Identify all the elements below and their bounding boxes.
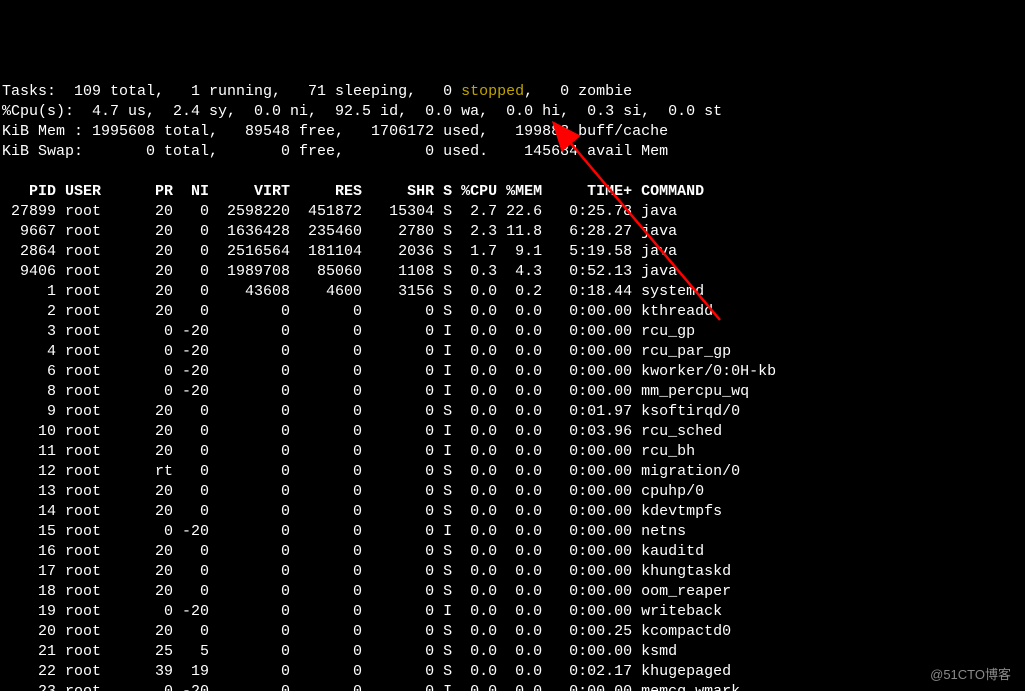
process-row[interactable]: 23 root 0 -20 0 0 0 I 0.0 0.0 0:00.00 me…	[2, 682, 1025, 691]
process-row[interactable]: 15 root 0 -20 0 0 0 I 0.0 0.0 0:00.00 ne…	[2, 522, 1025, 542]
process-row[interactable]: 27899 root 20 0 2598220 451872 15304 S 2…	[2, 202, 1025, 222]
process-row[interactable]: 3 root 0 -20 0 0 0 I 0.0 0.0 0:00.00 rcu…	[2, 322, 1025, 342]
watermark-label: @51CTO博客	[930, 665, 1011, 685]
process-row[interactable]: 2 root 20 0 0 0 0 S 0.0 0.0 0:00.00 kthr…	[2, 302, 1025, 322]
process-row[interactable]: 20 root 20 0 0 0 0 S 0.0 0.0 0:00.25 kco…	[2, 622, 1025, 642]
process-row[interactable]: 10 root 20 0 0 0 0 I 0.0 0.0 0:03.96 rcu…	[2, 422, 1025, 442]
top-terminal[interactable]: Tasks: 109 total, 1 running, 71 sleeping…	[0, 80, 1025, 691]
process-row[interactable]: 22 root 39 19 0 0 0 S 0.0 0.0 0:02.17 kh…	[2, 662, 1025, 682]
summary-blank	[2, 162, 1025, 182]
process-row[interactable]: 6 root 0 -20 0 0 0 I 0.0 0.0 0:00.00 kwo…	[2, 362, 1025, 382]
process-row[interactable]: 11 root 20 0 0 0 0 I 0.0 0.0 0:00.00 rcu…	[2, 442, 1025, 462]
summary-cpu: %Cpu(s): 4.7 us, 2.4 sy, 0.0 ni, 92.5 id…	[2, 102, 1025, 122]
summary-swap: KiB Swap: 0 total, 0 free, 0 used. 14568…	[2, 142, 1025, 162]
process-row[interactable]: 19 root 0 -20 0 0 0 I 0.0 0.0 0:00.00 wr…	[2, 602, 1025, 622]
process-row[interactable]: 9406 root 20 0 1989708 85060 1108 S 0.3 …	[2, 262, 1025, 282]
stopped-label: stopped	[461, 83, 524, 100]
process-row[interactable]: 18 root 20 0 0 0 0 S 0.0 0.0 0:00.00 oom…	[2, 582, 1025, 602]
summary-mem: KiB Mem : 1995608 total, 89548 free, 170…	[2, 122, 1025, 142]
process-row[interactable]: 9667 root 20 0 1636428 235460 2780 S 2.3…	[2, 222, 1025, 242]
process-row[interactable]: 14 root 20 0 0 0 0 S 0.0 0.0 0:00.00 kde…	[2, 502, 1025, 522]
process-row[interactable]: 21 root 25 5 0 0 0 S 0.0 0.0 0:00.00 ksm…	[2, 642, 1025, 662]
process-row[interactable]: 17 root 20 0 0 0 0 S 0.0 0.0 0:00.00 khu…	[2, 562, 1025, 582]
process-row[interactable]: 12 root rt 0 0 0 0 S 0.0 0.0 0:00.00 mig…	[2, 462, 1025, 482]
process-row[interactable]: 1 root 20 0 43608 4600 3156 S 0.0 0.2 0:…	[2, 282, 1025, 302]
process-row[interactable]: 2864 root 20 0 2516564 181104 2036 S 1.7…	[2, 242, 1025, 262]
process-row[interactable]: 16 root 20 0 0 0 0 S 0.0 0.0 0:00.00 kau…	[2, 542, 1025, 562]
process-row[interactable]: 4 root 0 -20 0 0 0 I 0.0 0.0 0:00.00 rcu…	[2, 342, 1025, 362]
process-row[interactable]: 13 root 20 0 0 0 0 S 0.0 0.0 0:00.00 cpu…	[2, 482, 1025, 502]
process-row[interactable]: 8 root 0 -20 0 0 0 I 0.0 0.0 0:00.00 mm_…	[2, 382, 1025, 402]
summary-tasks: Tasks: 109 total, 1 running, 71 sleeping…	[2, 82, 1025, 102]
process-row[interactable]: 9 root 20 0 0 0 0 S 0.0 0.0 0:01.97 ksof…	[2, 402, 1025, 422]
column-header-row: PID USER PR NI VIRT RES SHR S %CPU %MEM …	[2, 182, 1025, 202]
